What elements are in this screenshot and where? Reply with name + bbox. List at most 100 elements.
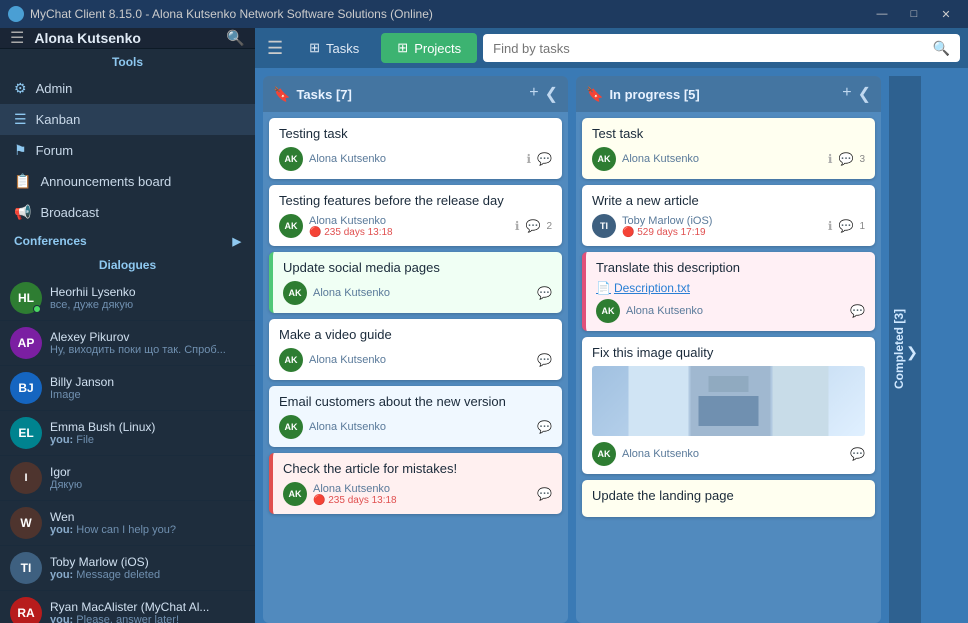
card-avatar: AK — [279, 415, 303, 439]
dialogue-info-billy: Billy Janson Image — [50, 375, 245, 401]
comment-icon[interactable]: 💬 — [850, 447, 865, 461]
avatar-emma: EL — [10, 417, 42, 449]
ip-card-3[interactable]: Translate this description 📄 Description… — [582, 252, 875, 331]
dialogue-item-ryan[interactable]: RA Ryan MacAlister (MyChat Al... you: Pl… — [0, 591, 255, 623]
comment-icon[interactable]: 💬 — [838, 219, 853, 233]
card-assignee: Alona Kutsenko — [309, 354, 531, 366]
maximize-button[interactable]: □ — [900, 4, 928, 24]
dialogue-preview: you: Please, answer later! — [50, 614, 245, 623]
task-card-2[interactable]: Testing features before the release day … — [269, 185, 562, 246]
projects-tab[interactable]: ⊞ Projects — [381, 33, 477, 63]
inprogress-add-icon[interactable]: + — [842, 84, 851, 104]
info-icon[interactable]: ℹ — [828, 219, 833, 233]
dialogue-preview: Дякую — [50, 479, 245, 491]
info-icon[interactable]: ℹ — [828, 152, 833, 166]
card-detail: Toby Marlow (iOS) 🔴 529 days 17:19 — [622, 215, 822, 238]
dialogue-info-igor: Igor Дякую — [50, 465, 245, 491]
announcements-icon: 📋 — [14, 173, 31, 190]
completed-expand-arrow[interactable]: ❯ — [906, 344, 918, 361]
sidebar-item-kanban[interactable]: ☰ Kanban — [0, 104, 255, 135]
comment-icon[interactable]: 💬 — [537, 420, 552, 434]
dialogue-name: Emma Bush (Linux) — [50, 420, 245, 434]
tasks-tab-icon: ⊞ — [309, 40, 320, 56]
topbar-menu-icon[interactable]: ☰ — [263, 34, 287, 63]
card-assignee: Alona Kutsenko — [309, 215, 509, 227]
card-detail: Alona Kutsenko 🔴 235 days 13:18 — [313, 483, 531, 506]
comment-icon[interactable]: 💬 — [537, 286, 552, 300]
avatar-alexey: AP — [10, 327, 42, 359]
card-icons: 💬 — [850, 447, 865, 461]
comment-icon[interactable]: 💬 — [525, 219, 540, 233]
dialogue-name: Igor — [50, 465, 245, 479]
task-card-1[interactable]: Testing task AK Alona Kutsenko ℹ 💬 — [269, 118, 562, 179]
card-image — [592, 366, 865, 436]
sidebar-item-broadcast[interactable]: 📢 Broadcast — [0, 197, 255, 228]
dialogue-item-heorhii[interactable]: HL Heorhii Lysenko все, дуже дякую — [0, 276, 255, 321]
dialogue-name: Toby Marlow (iOS) — [50, 555, 245, 569]
card-icons: 💬 — [850, 304, 865, 318]
card-title: Check the article for mistakes! — [283, 461, 552, 476]
comment-icon[interactable]: 💬 — [850, 304, 865, 318]
sidebar-item-forum[interactable]: ⚑ Forum — [0, 135, 255, 166]
card-icons: ℹ 💬 3 — [828, 152, 865, 166]
projects-tab-icon: ⊞ — [397, 40, 408, 56]
tasks-collapse-icon[interactable]: ❮ — [545, 84, 558, 104]
info-icon[interactable]: ℹ — [526, 152, 531, 166]
broadcast-icon: 📢 — [14, 204, 31, 221]
ip-card-1[interactable]: Test task AK Alona Kutsenko ℹ 💬 3 — [582, 118, 875, 179]
task-card-3[interactable]: Update social media pages AK Alona Kutse… — [269, 252, 562, 313]
dialogue-item-alexey[interactable]: AP Alexey Pikurov Ну, виходить поки що т… — [0, 321, 255, 366]
ip-card-2[interactable]: Write a new article TI Toby Marlow (iOS)… — [582, 185, 875, 246]
topbar: ☰ ⊞ Tasks ⊞ Projects 🔍 — [255, 28, 968, 68]
sidebar-item-admin[interactable]: ⚙ Admin — [0, 73, 255, 104]
sidebar-search-icon[interactable]: 🔍 — [226, 29, 245, 47]
tasks-tab[interactable]: ⊞ Tasks — [293, 33, 375, 63]
card-image-preview — [592, 366, 865, 436]
file-icon: 📄 — [596, 281, 611, 295]
dialogue-item-igor[interactable]: I Igor Дякую — [0, 456, 255, 501]
avatar-billy: BJ — [10, 372, 42, 404]
dialogue-info-ryan: Ryan MacAlister (MyChat Al... you: Pleas… — [50, 600, 245, 623]
conferences-section[interactable]: Conferences ▶ — [0, 228, 255, 254]
sidebar-item-announcements[interactable]: 📋 Announcements board — [0, 166, 255, 197]
comment-icon[interactable]: 💬 — [838, 152, 853, 166]
avatar-ryan: RA — [10, 597, 42, 623]
dialogue-preview: you: Message deleted — [50, 569, 245, 581]
dialogue-item-wen[interactable]: W Wen you: How can I help you? — [0, 501, 255, 546]
dialogue-item-billy[interactable]: BJ Billy Janson Image — [0, 366, 255, 411]
completed-sidebar[interactable]: Completed [3] ❯ — [889, 76, 921, 623]
ip-card-4[interactable]: Fix this image quality — [582, 337, 875, 474]
dialogue-preview: you: How can I help you? — [50, 524, 245, 536]
task-card-6[interactable]: Check the article for mistakes! AK Alona… — [269, 453, 562, 514]
sidebar-menu-icon[interactable]: ☰ — [10, 28, 24, 48]
minimize-button[interactable]: — — [868, 4, 896, 24]
link-text: Description.txt — [614, 281, 690, 295]
conferences-title: Conferences — [14, 234, 87, 248]
card-icons: ℹ 💬 1 — [828, 219, 865, 233]
dialogue-item-toby[interactable]: TI Toby Marlow (iOS) you: Message delete… — [0, 546, 255, 591]
dialogue-name: Ryan MacAlister (MyChat Al... — [50, 600, 245, 614]
content-area: ☰ ⊞ Tasks ⊞ Projects 🔍 🔖 Tasks [7] — [255, 28, 968, 623]
comment-icon[interactable]: 💬 — [537, 152, 552, 166]
info-icon[interactable]: ℹ — [515, 219, 520, 233]
card-icons: 💬 — [537, 487, 552, 501]
card-meta: AK Alona Kutsenko 💬 — [596, 299, 865, 323]
dialogues-section-title: Dialogues — [0, 254, 255, 276]
search-input[interactable] — [493, 41, 932, 56]
card-avatar: AK — [596, 299, 620, 323]
card-title: Test task — [592, 126, 865, 141]
tasks-add-icon[interactable]: + — [529, 84, 538, 104]
ip-card-5[interactable]: Update the landing page — [582, 480, 875, 517]
comment-icon[interactable]: 💬 — [537, 487, 552, 501]
task-card-5[interactable]: Email customers about the new version AK… — [269, 386, 562, 447]
comment-icon[interactable]: 💬 — [537, 353, 552, 367]
close-button[interactable]: ✕ — [932, 4, 960, 24]
comment-count: 3 — [859, 154, 865, 165]
card-meta: AK Alona Kutsenko ℹ 💬 — [279, 147, 552, 171]
card-link[interactable]: 📄 Description.txt — [596, 281, 865, 295]
inprogress-collapse-icon[interactable]: ❮ — [858, 84, 871, 104]
dialogue-item-emma[interactable]: EL Emma Bush (Linux) you: File — [0, 411, 255, 456]
task-card-4[interactable]: Make a video guide AK Alona Kutsenko 💬 — [269, 319, 562, 380]
card-icons: ℹ 💬 2 — [515, 219, 552, 233]
card-avatar: AK — [279, 147, 303, 171]
